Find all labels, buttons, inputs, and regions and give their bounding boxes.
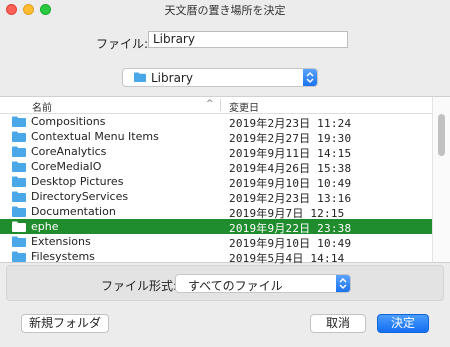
folder-icon <box>134 72 146 82</box>
folder-icon <box>12 221 26 232</box>
list-row[interactable]: CoreMediaIO 2019年4月26日 15:38 <box>0 159 432 175</box>
column-divider[interactable] <box>220 99 221 111</box>
folder-icon <box>12 176 26 187</box>
filename-label: ファイル: <box>96 37 149 51</box>
location-popup[interactable]: Library <box>122 68 318 87</box>
row-name: CoreAnalytics <box>31 145 107 158</box>
row-name: Extensions <box>31 235 91 248</box>
row-name: Compositions <box>31 115 106 128</box>
file-type-value: すべてのファイル <box>188 279 283 293</box>
row-name: DirectoryServices <box>31 190 129 203</box>
list-row[interactable]: CoreAnalytics 2019年9月11日 14:15 <box>0 144 432 160</box>
save-dialog: 天文暦の置き場所を決定 ファイル: Library Library 名前 ^ 変… <box>0 0 450 347</box>
scrollbar-thumb[interactable] <box>438 114 445 156</box>
folder-icon <box>12 191 26 202</box>
row-name: ephe <box>31 220 59 233</box>
file-type-popup[interactable]: すべてのファイル <box>175 274 351 293</box>
vertical-scrollbar[interactable] <box>432 97 450 262</box>
row-name: CoreMediaIO <box>31 160 102 173</box>
folder-icon <box>12 116 26 127</box>
file-browser: 名前 ^ 変更日 Compositions 2019年2月23日 11:24 Con… <box>0 96 450 265</box>
row-name: Desktop Pictures <box>31 175 124 188</box>
list-row[interactable]: ephe 2019年9月22日 23:38 <box>0 219 432 235</box>
window-title: 天文暦の置き場所を決定 <box>164 4 286 17</box>
list-row[interactable]: Contextual Menu Items 2019年2月27日 19:30 <box>0 129 432 145</box>
row-name: Contextual Menu Items <box>31 130 159 143</box>
filename-input[interactable]: Library <box>148 31 348 48</box>
folder-icon <box>12 131 26 142</box>
folder-icon <box>12 161 26 172</box>
cancel-button[interactable]: 取消 <box>310 314 366 333</box>
column-header-name[interactable]: 名前 <box>32 99 52 114</box>
column-header-date[interactable]: 変更日 <box>229 99 259 114</box>
popup-stepper-icon <box>336 275 350 292</box>
list-row[interactable]: DirectoryServices 2019年2月23日 13:16 <box>0 189 432 205</box>
popup-stepper-icon <box>303 69 317 86</box>
row-name: Filesystems <box>31 250 95 263</box>
folder-icon <box>12 206 26 217</box>
confirm-button[interactable]: 決定 <box>377 314 429 333</box>
file-type-panel: ファイル形式: すべてのファイル <box>6 265 444 301</box>
list-row[interactable]: Filesystems 2019年5月4日 14:14 <box>0 249 432 265</box>
list-header: 名前 ^ 変更日 <box>0 97 432 114</box>
list-row[interactable]: Documentation 2019年9月7日 12:15 <box>0 204 432 220</box>
location-popup-label: Library <box>151 71 193 85</box>
file-list: Compositions 2019年2月23日 11:24 Contextual M… <box>0 114 432 265</box>
sort-ascending-icon: ^ <box>206 99 214 109</box>
new-folder-button[interactable]: 新規フォルダ <box>21 314 109 333</box>
list-row[interactable]: Extensions 2019年9月10日 10:49 <box>0 234 432 250</box>
file-type-label: ファイル形式: <box>101 279 178 293</box>
title-bar: 天文暦の置き場所を決定 <box>0 0 450 18</box>
folder-icon <box>12 251 26 262</box>
folder-icon <box>12 236 26 247</box>
row-date: 2019年5月4日 14:14 <box>229 252 345 265</box>
list-row[interactable]: Compositions 2019年2月23日 11:24 <box>0 114 432 130</box>
folder-icon <box>12 146 26 157</box>
list-row[interactable]: Desktop Pictures 2019年9月10日 10:49 <box>0 174 432 190</box>
row-name: Documentation <box>31 205 116 218</box>
